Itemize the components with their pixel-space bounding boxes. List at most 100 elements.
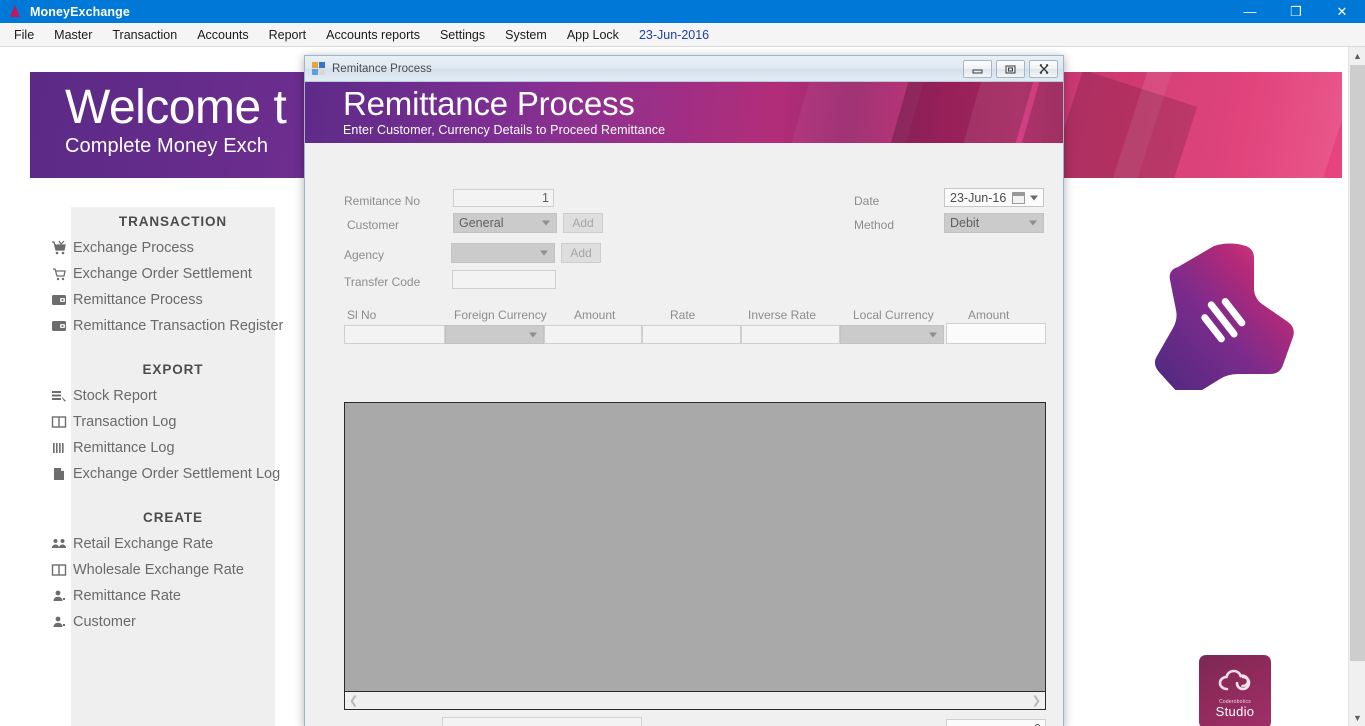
sidebar-item-label: Exchange Process bbox=[73, 240, 194, 256]
chevron-down-icon bbox=[929, 332, 937, 337]
form-icon bbox=[312, 61, 326, 76]
narration-textarea[interactable] bbox=[442, 717, 642, 726]
sidebar-group-create: CREATE bbox=[143, 510, 203, 525]
menu-item-date[interactable]: 23-Jun-2016 bbox=[629, 25, 719, 45]
grid-horizontal-scrollbar[interactable]: ❮ ❯ bbox=[344, 692, 1046, 710]
studio-logo: Coderobotics Studio bbox=[1199, 655, 1271, 726]
calendar-icon bbox=[1012, 192, 1025, 204]
grid-input-inverse-rate[interactable] bbox=[741, 325, 840, 344]
grid-header-rate: Rate bbox=[670, 308, 696, 322]
scroll-right-icon[interactable]: ❯ bbox=[1032, 694, 1041, 707]
menu-item-system[interactable]: System bbox=[495, 25, 557, 45]
menu-item-settings[interactable]: Settings bbox=[430, 25, 495, 45]
grid-input-sl-no[interactable] bbox=[344, 325, 445, 344]
agency-label: Agency bbox=[344, 248, 385, 262]
sidebar-item-transaction-log[interactable]: Transaction Log bbox=[51, 409, 275, 435]
agency-select[interactable] bbox=[451, 243, 555, 263]
sidebar-item-retail-exchange-rate[interactable]: Retail Exchange Rate bbox=[52, 531, 275, 557]
person-icon bbox=[49, 586, 69, 606]
dialog-minimize-icon[interactable] bbox=[963, 60, 992, 78]
customer-selected-value: General bbox=[459, 216, 504, 230]
customer-label: Customer bbox=[347, 218, 400, 232]
sidebar-item-exchange-order-settlement[interactable]: Exchange Order Settlement bbox=[53, 261, 275, 287]
window-controls: — ❐ ✕ bbox=[1227, 0, 1365, 23]
sidebar-item-customer[interactable]: Customer bbox=[53, 609, 275, 635]
scroll-left-icon[interactable]: ❮ bbox=[349, 694, 358, 707]
grid-header-foreign-currency: Foreign Currency bbox=[454, 308, 547, 322]
sidebar-item-label: Remittance Transaction Register bbox=[73, 318, 284, 334]
sidebar-item-remittance-transaction-register[interactable]: Remittance Transaction Register bbox=[52, 313, 283, 339]
dialog-restore-icon[interactable] bbox=[996, 60, 1025, 78]
restore-icon[interactable]: ❐ bbox=[1273, 0, 1319, 23]
remittance-process-dialog: Remitance Process Remittance Process Ent… bbox=[304, 55, 1064, 726]
person-icon bbox=[49, 612, 69, 632]
method-select[interactable]: Debit bbox=[944, 213, 1044, 233]
chevron-down-icon bbox=[540, 250, 548, 256]
menu-item-transaction[interactable]: Transaction bbox=[102, 25, 187, 45]
tri-lobe-logo-icon bbox=[1154, 243, 1294, 390]
chevron-down-icon bbox=[529, 332, 537, 337]
grid-select-foreign-currency[interactable] bbox=[445, 325, 544, 344]
scroll-down-icon[interactable]: ▼ bbox=[1349, 709, 1365, 726]
grid-input-rate[interactable] bbox=[642, 325, 741, 344]
dialog-banner-title: Remittance Process bbox=[343, 85, 635, 122]
sidebar-item-label: Exchange Order Settlement bbox=[73, 266, 252, 282]
dialog-title: Remitance Process bbox=[332, 62, 432, 75]
book-icon bbox=[49, 560, 69, 580]
app-title: MoneyExchange bbox=[30, 4, 130, 19]
page-icon bbox=[49, 464, 69, 484]
cart-icon bbox=[49, 264, 69, 284]
coins-icon bbox=[49, 386, 69, 406]
menu-item-app-lock[interactable]: App Lock bbox=[557, 25, 629, 45]
dialog-close-icon[interactable] bbox=[1029, 60, 1058, 78]
grid-header-amount-local: Amount bbox=[968, 308, 1010, 322]
menu-item-file[interactable]: File bbox=[4, 25, 44, 45]
menu-item-accounts[interactable]: Accounts bbox=[187, 25, 258, 45]
menu-item-accounts-reports[interactable]: Accounts reports bbox=[316, 25, 430, 45]
close-icon[interactable]: ✕ bbox=[1319, 0, 1365, 23]
method-label: Method bbox=[854, 218, 895, 232]
minimize-icon[interactable]: — bbox=[1227, 0, 1273, 23]
application-window: MoneyExchange — ❐ ✕ File Master Transact… bbox=[0, 0, 1365, 726]
sidebar-panel: TRANSACTION Exchange Process Exchange Or… bbox=[51, 207, 283, 726]
sidebar-item-wholesale-exchange-rate[interactable]: Wholesale Exchange Rate bbox=[51, 557, 275, 583]
grid-header-inverse-rate: Inverse Rate bbox=[748, 308, 817, 322]
sidebar-item-remittance-process[interactable]: Remittance Process bbox=[52, 287, 275, 313]
sidebar-item-label: Transaction Log bbox=[73, 414, 177, 430]
date-picker[interactable]: 23-Jun-16 bbox=[944, 188, 1044, 207]
cart-check-icon bbox=[49, 238, 69, 258]
welcome-subtitle: Complete Money Exch bbox=[65, 134, 269, 157]
grid-input-amount[interactable] bbox=[544, 325, 642, 344]
agency-add-button[interactable]: Add bbox=[561, 243, 601, 263]
menu-item-report[interactable]: Report bbox=[259, 25, 317, 45]
creative-cloud-icon bbox=[1218, 669, 1251, 690]
grid-select-local-currency[interactable] bbox=[840, 325, 944, 344]
sidebar-item-label: Remittance Rate bbox=[73, 588, 181, 604]
commission-input[interactable] bbox=[946, 719, 1046, 726]
scrollbar-thumb[interactable] bbox=[1350, 65, 1365, 661]
sidebar-item-remittance-log[interactable]: Remittance Log bbox=[53, 435, 275, 461]
sidebar-item-label: Stock Report bbox=[73, 388, 157, 404]
scroll-up-icon[interactable]: ▲ bbox=[1349, 47, 1365, 64]
customer-add-button[interactable]: Add bbox=[563, 213, 603, 233]
sidebar-item-stock-report[interactable]: Stock Report bbox=[52, 383, 275, 409]
dialog-banner: Remittance Process Enter Customer, Curre… bbox=[305, 82, 1063, 143]
dialog-titlebar[interactable]: Remitance Process bbox=[305, 56, 1063, 82]
welcome-title: Welcome t bbox=[65, 81, 287, 134]
sidebar-item-remittance-rate[interactable]: Remittance Rate bbox=[53, 583, 275, 609]
menu-item-master[interactable]: Master bbox=[44, 25, 102, 45]
chevron-down-icon bbox=[1030, 195, 1038, 200]
sidebar-item-exchange-order-settlement-log[interactable]: Exchange Order Settlement Log bbox=[54, 461, 280, 487]
people-icon bbox=[49, 534, 69, 554]
dialog-window-controls bbox=[963, 60, 1058, 78]
date-value: 23-Jun-16 bbox=[950, 190, 1007, 205]
customer-select[interactable]: General bbox=[453, 213, 557, 233]
grid-input-amount-local[interactable] bbox=[946, 323, 1046, 344]
transfer-code-input[interactable] bbox=[452, 270, 556, 289]
transactions-grid[interactable] bbox=[344, 402, 1046, 692]
vertical-scrollbar[interactable]: ▲ ▼ bbox=[1348, 47, 1365, 726]
chevron-down-icon bbox=[1029, 220, 1037, 226]
sidebar-item-label: Remittance Process bbox=[73, 292, 203, 308]
remitance-no-input[interactable] bbox=[453, 189, 554, 207]
sidebar-item-exchange-process[interactable]: Exchange Process bbox=[52, 235, 275, 261]
